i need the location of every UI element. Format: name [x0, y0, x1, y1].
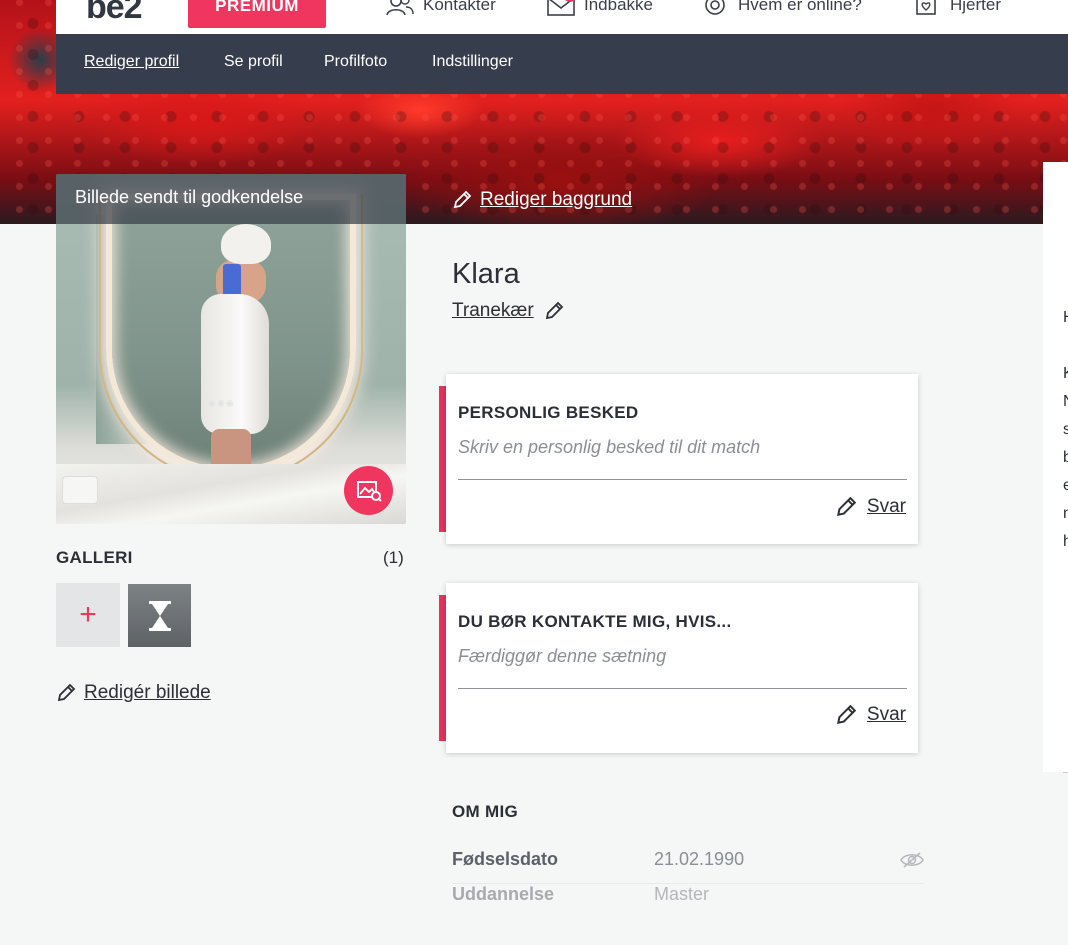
wall-outlet: [62, 476, 98, 504]
nav-contacts[interactable]: Kontakter: [385, 0, 496, 16]
pencil-icon: [836, 704, 857, 724]
hearts-icon: [916, 0, 936, 15]
inbox-icon: [547, 0, 575, 16]
photo-status-overlay: Billede sendt til godkendelse: [56, 174, 406, 224]
edit-photo-link[interactable]: Redigér billede: [56, 682, 211, 704]
about-label: Uddannelse: [452, 884, 555, 904]
about-value: Master: [654, 884, 710, 904]
gallery-title: GALLERI: [56, 548, 133, 567]
card-divider: [458, 688, 907, 689]
contacts-icon: [386, 0, 414, 16]
image-edit-icon: [356, 480, 382, 502]
profile-name: Klara: [452, 258, 520, 290]
photo-pager-dots[interactable]: ◉◉◉: [208, 398, 235, 409]
reply-button[interactable]: Svar: [835, 704, 906, 726]
profile-photo[interactable]: ◉◉◉ Billede sendt til godkendelse: [56, 174, 406, 524]
be2-logo[interactable]: be2: [86, 0, 143, 27]
divider: [1063, 772, 1068, 773]
reply-label: Svar: [866, 496, 906, 517]
edit-photo-button[interactable]: [344, 466, 393, 515]
nav-hearts-label: Hjerter: [950, 0, 1002, 14]
nav-hearts[interactable]: Hjerter: [912, 0, 1001, 16]
card-title: DU BØR KONTAKTE MIG, HVIS...: [458, 612, 732, 631]
personal-message-card: PERSONLIG BESKED Skriv en personlig besk…: [446, 374, 918, 544]
contact-me-if-card: DU BØR KONTAKTE MIG, HVIS... Færdiggør d…: [446, 583, 918, 753]
card-accent-bar: [439, 595, 446, 741]
card-accent-bar: [439, 386, 446, 532]
scroll-fade: [440, 912, 940, 945]
pencil-icon: [545, 301, 563, 320]
card-title: PERSONLIG BESKED: [458, 403, 639, 422]
reply-button[interactable]: Svar: [835, 496, 906, 518]
nav-inbox-label: Indbakke: [584, 0, 653, 14]
eye-hidden-icon[interactable]: [900, 851, 924, 869]
profile-location[interactable]: Tranekær: [452, 300, 564, 322]
side-panel-text: H K N s b e n h: [1063, 309, 1068, 550]
premium-button[interactable]: PREMIUM: [188, 0, 326, 28]
nav-contacts-label: Kontakter: [423, 0, 496, 14]
about-value: 21.02.1990: [654, 849, 745, 869]
edit-background-link[interactable]: Rediger baggrund: [452, 189, 632, 211]
top-navigation-bar: be2 PREMIUM Kontakter Indbakke Hvem er o…: [56, 0, 1068, 34]
location-label: Tranekær: [452, 300, 534, 321]
profile-sub-navigation: Rediger profil Se profil Profilfoto Inds…: [56, 34, 1068, 94]
side-panel: H K N s b e n h: [1043, 162, 1068, 772]
hourglass-icon: [148, 600, 171, 631]
edit-background-label: Rediger baggrund: [480, 189, 633, 210]
tab-view-profile[interactable]: Se profil: [224, 53, 283, 71]
personal-message-input[interactable]: Skriv en personlig besked til dit match: [458, 437, 760, 458]
complete-sentence-input[interactable]: Færdiggør denne sætning: [458, 646, 666, 667]
tab-settings[interactable]: Indstillinger: [432, 53, 513, 71]
nav-online[interactable]: Hvem er online?: [700, 0, 862, 16]
nav-online-label: Hvem er online?: [738, 0, 862, 14]
pencil-icon: [57, 683, 76, 702]
pencil-icon: [453, 190, 472, 209]
tab-profile-photo[interactable]: Profilfoto: [324, 53, 387, 71]
nav-inbox[interactable]: Indbakke: [546, 0, 653, 16]
about-me-title: OM MIG: [452, 802, 519, 821]
pencil-icon: [836, 496, 857, 516]
reply-label: Svar: [866, 704, 906, 725]
gallery-count: (1): [383, 548, 404, 567]
edit-photo-label: Redigér billede: [84, 682, 211, 703]
add-photo-button[interactable]: +: [56, 583, 120, 647]
about-label: Fødselsdato: [452, 849, 559, 869]
card-divider: [458, 479, 907, 480]
tab-edit-profile[interactable]: Rediger profil: [84, 53, 179, 71]
online-icon: [705, 0, 725, 15]
gallery-thumbnail-pending[interactable]: [128, 584, 191, 647]
